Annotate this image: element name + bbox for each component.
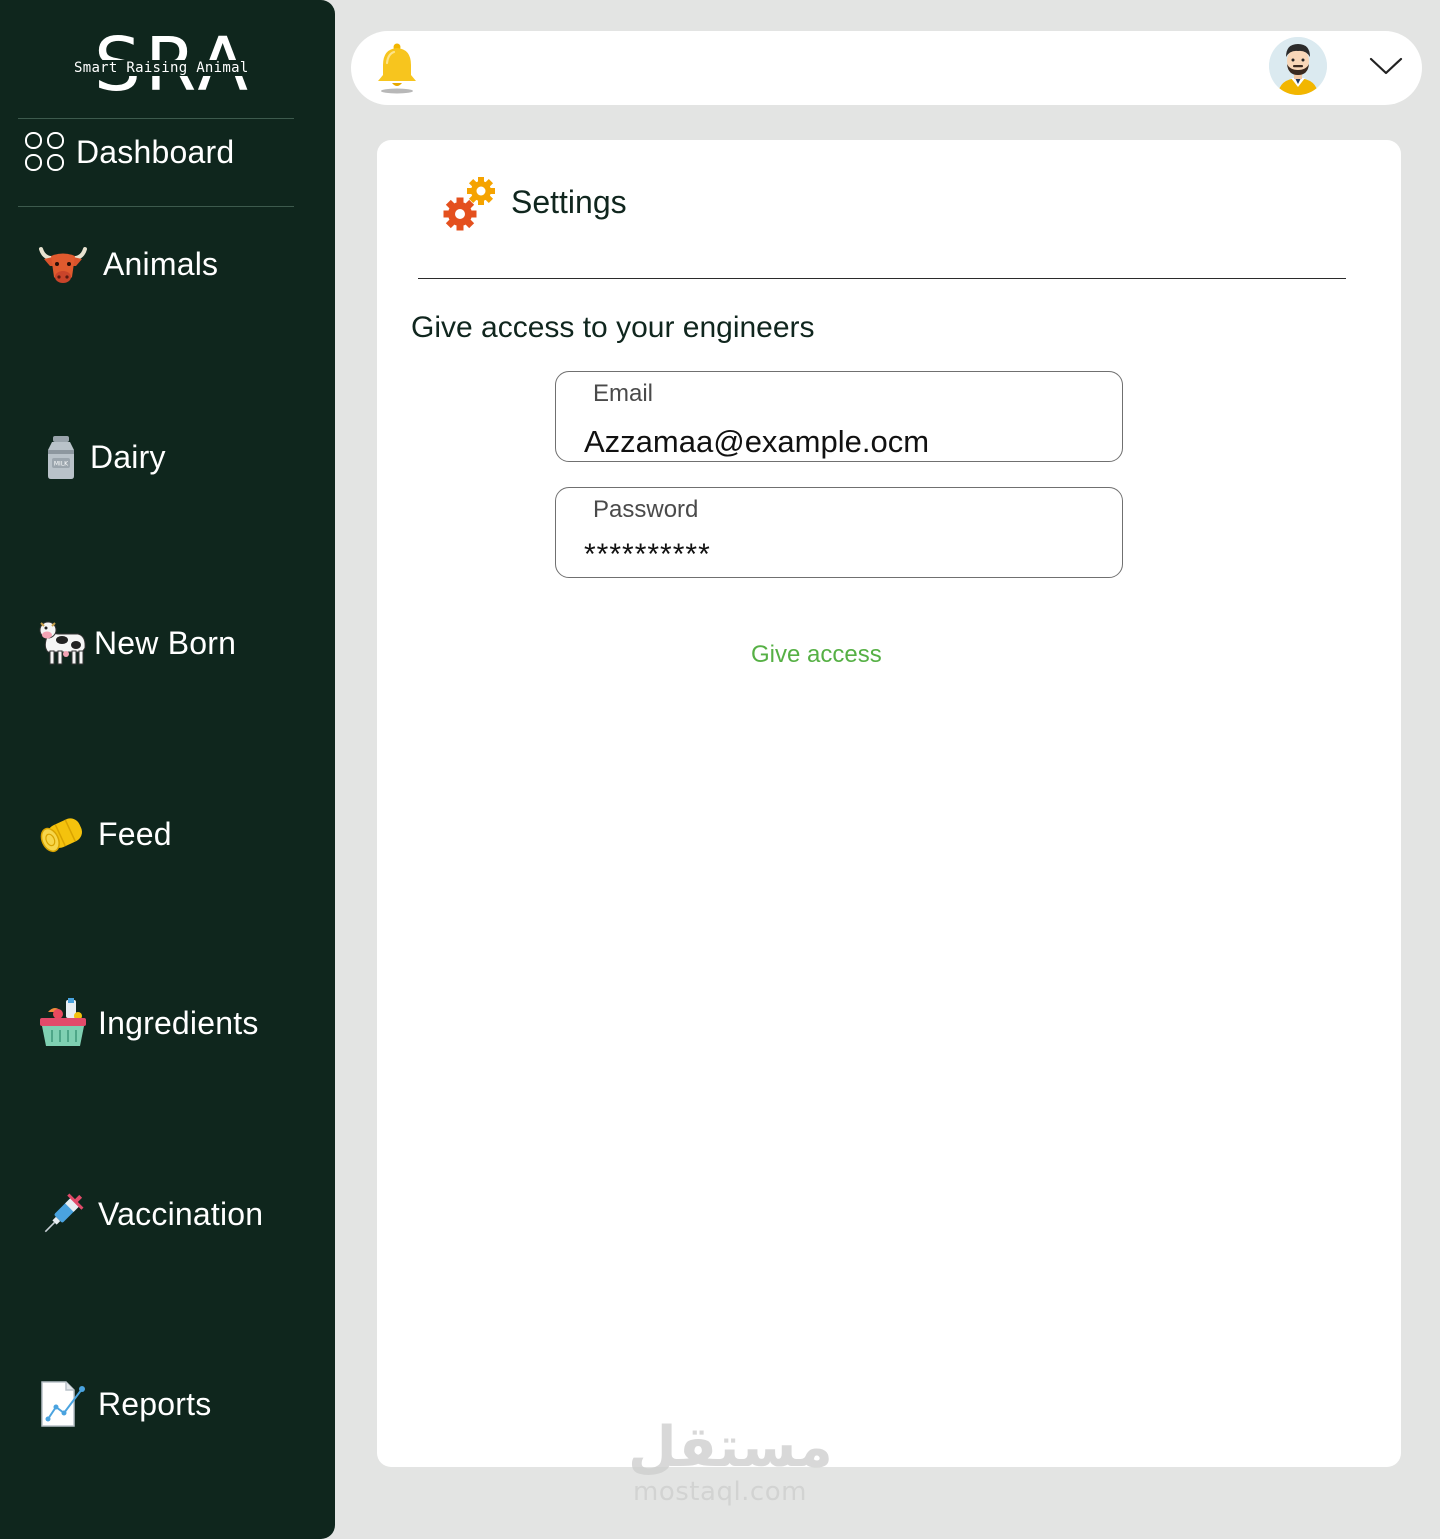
sidebar-item-label: New Born [94, 624, 237, 661]
section-title: Give access to your engineers [411, 311, 815, 344]
brand-tagline: Smart Raising Animal [72, 60, 251, 76]
sidebar-item-reports[interactable]: Reports [38, 1379, 211, 1429]
sidebar-item-animals[interactable]: Animals [38, 239, 218, 289]
grid-icon [24, 131, 66, 173]
brand-logo[interactable]: SRA Smart Raising Animal [62, 28, 282, 104]
title-divider [418, 278, 1346, 279]
sidebar-item-dairy[interactable]: MILK Dairy [42, 432, 166, 482]
email-field-label: Email [593, 380, 654, 407]
email-field-value[interactable]: Azzamaa@example.ocm [584, 424, 929, 460]
gears-icon [443, 174, 499, 232]
chevron-down-icon[interactable] [1367, 51, 1405, 81]
settings-card: Settings Give access to your engineers E… [377, 140, 1401, 1467]
sidebar-item-new-born[interactable]: New Born [38, 618, 236, 668]
email-field[interactable]: Email Azzamaa@example.ocm [555, 371, 1123, 462]
sidebar-item-label: Ingredients [98, 1004, 259, 1041]
sidebar-item-dashboard[interactable]: Dashboard [24, 131, 234, 173]
sidebar-item-label: Feed [98, 815, 172, 852]
sidebar-item-label: Vaccination [98, 1195, 264, 1232]
sidebar-item-label: Animals [103, 245, 219, 282]
watermark-url: mostaql.com [633, 1477, 807, 1507]
sidebar-divider-dashboard [18, 206, 294, 207]
bell-icon[interactable] [375, 39, 419, 95]
cow-icon [38, 618, 88, 668]
sidebar-item-ingredients[interactable]: Ingredients [38, 998, 259, 1048]
sidebar-item-label: Reports [98, 1385, 212, 1422]
milk-can-icon: MILK [42, 432, 80, 482]
bull-head-icon [38, 239, 88, 289]
page-title: Settings [511, 184, 627, 220]
watermark: مستقل mostaql.com [628, 1415, 833, 1507]
sidebar-item-feed[interactable]: Feed [38, 809, 172, 859]
sidebar-item-vaccination[interactable]: Vaccination [38, 1189, 263, 1239]
grocery-basket-icon [38, 998, 88, 1048]
password-field-value[interactable]: ********** [584, 538, 711, 572]
report-chart-icon [38, 1379, 88, 1429]
sidebar: SRA Smart Raising Animal Dashboard [0, 0, 335, 1539]
hay-bale-icon [38, 809, 88, 859]
sidebar-divider-top [18, 118, 294, 119]
sidebar-item-label: Dairy [90, 438, 166, 475]
sidebar-item-label: Dashboard [76, 133, 235, 170]
svg-text:MILK: MILK [54, 461, 69, 468]
user-avatar-icon[interactable] [1269, 37, 1327, 95]
password-field[interactable]: Password ********** [555, 487, 1123, 578]
syringe-icon [38, 1189, 88, 1239]
password-field-label: Password [593, 496, 699, 523]
top-bar [351, 31, 1422, 105]
give-access-button[interactable]: Give access [751, 641, 882, 669]
watermark-arabic: مستقل [628, 1415, 833, 1480]
